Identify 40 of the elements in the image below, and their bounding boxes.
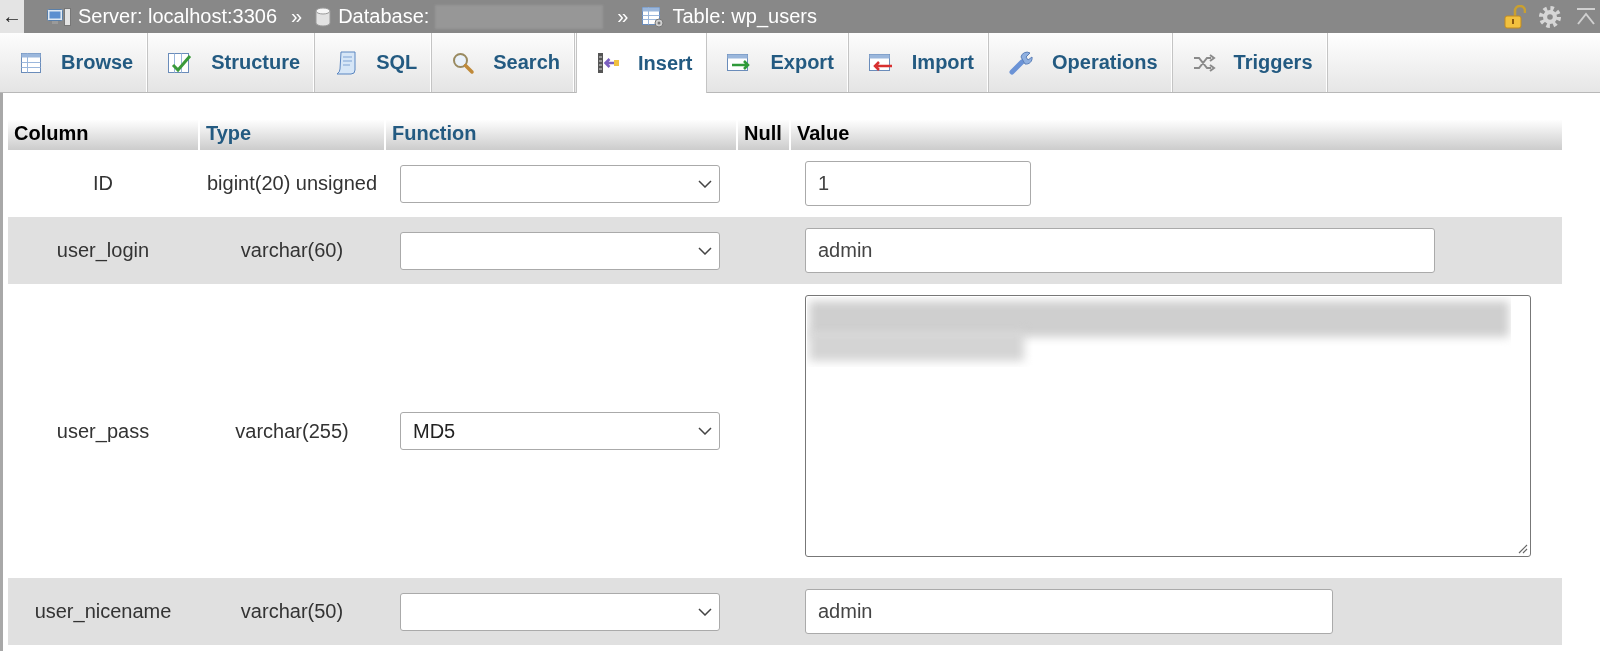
settings-icon[interactable] — [1538, 4, 1562, 29]
column-name: ID — [93, 172, 113, 194]
resize-grip-icon[interactable] — [1516, 542, 1528, 554]
text-input[interactable]: 1 — [805, 161, 1031, 206]
database-icon — [315, 6, 332, 27]
breadcrumb-link[interactable]: Table: wp_users — [641, 4, 817, 29]
column-name: user_nicename — [34, 600, 172, 622]
column-type: varchar(60) — [240, 239, 344, 261]
function-select[interactable] — [400, 164, 720, 203]
scroll-icon — [334, 49, 359, 76]
function-select[interactable] — [400, 592, 720, 631]
column-name: user_login — [56, 239, 150, 261]
column-type: varchar(50) — [240, 600, 344, 622]
function-select[interactable]: MD5 — [400, 412, 720, 450]
text-input[interactable]: admin — [805, 228, 1435, 273]
chevron-down-icon — [698, 607, 712, 616]
column-name: user_pass — [56, 419, 150, 442]
breadcrumb-link[interactable]: Server: localhost:3306 — [47, 5, 277, 28]
textarea-field[interactable] — [805, 295, 1531, 557]
breadcrumb-separator: » — [617, 5, 629, 28]
padlock-icon[interactable] — [1504, 4, 1526, 29]
table-check-icon — [167, 50, 194, 75]
computer-icon — [47, 6, 71, 27]
chevron-down-icon — [698, 427, 712, 435]
back-button[interactable]: ← — [0, 0, 24, 33]
column-type: bigint(20) unsigned — [206, 172, 378, 194]
table-gear-icon — [641, 4, 666, 29]
insert-arrow-icon — [596, 51, 620, 75]
chevron-down-icon — [698, 246, 712, 255]
function-select[interactable] — [400, 231, 720, 270]
breadcrumb-link[interactable]: Database: — [315, 5, 430, 28]
text-input[interactable]: admin — [805, 589, 1333, 634]
chevron-down-icon — [698, 179, 712, 188]
table-icon — [19, 50, 43, 75]
tab[interactable]: Insert — [576, 33, 708, 93]
search-icon — [451, 50, 476, 75]
collapse-icon[interactable] — [1576, 6, 1596, 27]
breadcrumb-separator: » — [291, 5, 303, 28]
wrench-icon — [1008, 49, 1035, 76]
column-type: varchar(255) — [235, 419, 349, 442]
